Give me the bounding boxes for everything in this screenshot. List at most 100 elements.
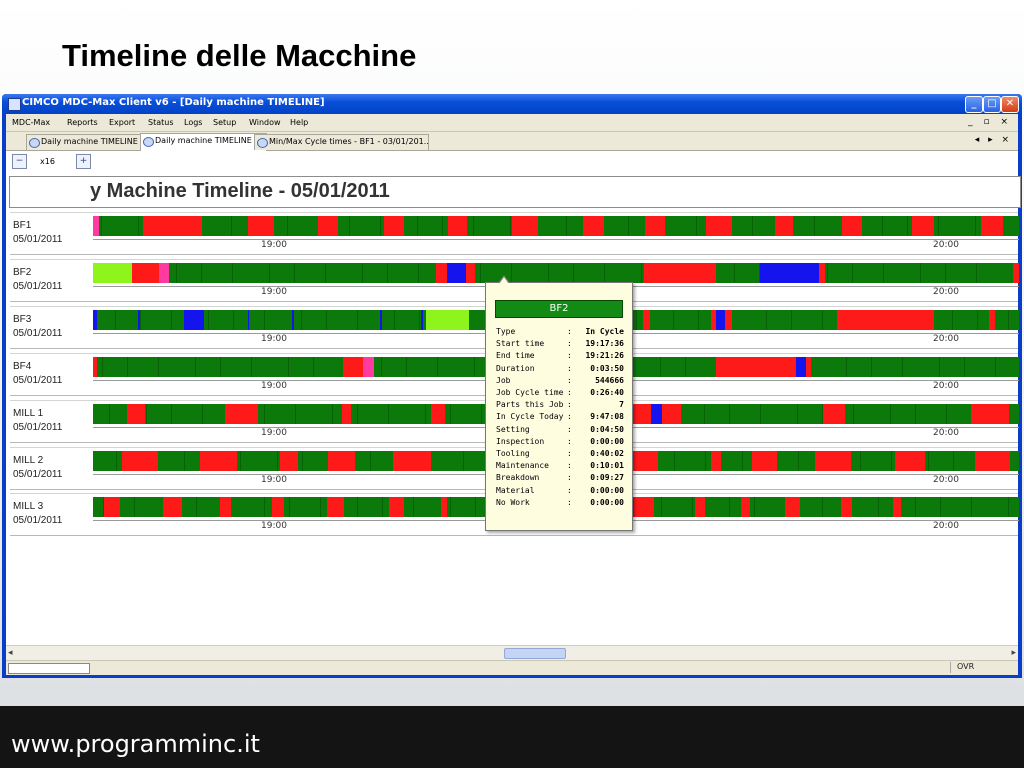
scroll-thumb[interactable] — [504, 648, 566, 659]
timeline-segment-stop[interactable] — [643, 310, 650, 330]
timeline-segment-stop[interactable] — [342, 404, 352, 424]
timeline-segment-stop[interactable] — [127, 404, 145, 424]
timeline-segment-pink[interactable] — [93, 216, 99, 236]
scroll-right-icon[interactable]: ▸ — [1011, 647, 1016, 658]
timeline-segment-stop[interactable] — [466, 263, 475, 283]
timeline-segment-pink[interactable] — [363, 357, 374, 377]
timeline-segment-stop[interactable] — [219, 497, 231, 517]
timeline-bar[interactable] — [93, 216, 1019, 236]
timeline-segment-stop[interactable] — [318, 216, 339, 236]
menu-setup[interactable]: Setup — [213, 118, 236, 127]
timeline-segment-stop[interactable] — [975, 451, 1010, 471]
timeline-segment-blue[interactable] — [651, 404, 662, 424]
timeline-segment-idle-light[interactable] — [426, 310, 469, 330]
timeline-segment-stop[interactable] — [441, 497, 447, 517]
timeline-segment-stop[interactable] — [842, 216, 863, 236]
timeline-segment-stop[interactable] — [225, 404, 258, 424]
timeline-segment-stop[interactable] — [511, 216, 539, 236]
menu-mdc-max[interactable]: MDC-Max — [12, 118, 50, 127]
timeline-segment-blue[interactable] — [247, 310, 250, 330]
window-titlebar[interactable]: CIMCO MDC-Max Client v6 - [Daily machine… — [2, 94, 1022, 114]
timeline-segment-stop[interactable] — [632, 404, 652, 424]
timeline-segment-idle-light[interactable] — [93, 263, 132, 283]
timeline-segment-pink[interactable] — [158, 263, 169, 283]
timeline-segment-stop[interactable] — [328, 451, 356, 471]
menu-status[interactable]: Status — [148, 118, 174, 127]
scroll-left-icon[interactable]: ◂ — [8, 647, 13, 658]
timeline-segment-blue[interactable] — [716, 310, 725, 330]
machine-row[interactable]: BF1 05/01/2011 19:00 20:00 — [10, 212, 1019, 255]
zoom-in-button[interactable]: + — [76, 154, 91, 169]
timeline-segment-stop[interactable] — [1012, 263, 1019, 283]
timeline-segment-stop[interactable] — [818, 263, 825, 283]
timeline-segment-stop[interactable] — [383, 216, 405, 236]
timeline-segment-stop[interactable] — [784, 497, 801, 517]
tab-daily-timeline-2[interactable]: Daily machine TIMELINE — [140, 133, 267, 151]
timeline-segment-stop[interactable] — [271, 497, 284, 517]
timeline-segment-stop[interactable] — [343, 357, 364, 377]
timeline-segment-stop[interactable] — [911, 216, 934, 236]
timeline-segment-stop[interactable] — [741, 497, 751, 517]
timeline-bar[interactable] — [93, 263, 1019, 283]
timeline-segment-stop[interactable] — [644, 216, 666, 236]
timeline-segment-stop[interactable] — [280, 451, 298, 471]
zoom-out-button[interactable]: − — [12, 154, 27, 169]
timeline-segment-stop[interactable] — [643, 263, 717, 283]
timeline-segment-stop[interactable] — [706, 216, 732, 236]
tab-min-max-cycle-times[interactable]: Min/Max Cycle times - BF1 - 03/01/201... — [254, 134, 429, 150]
tab-daily-timeline-1[interactable]: Daily machine TIMELINE — [26, 134, 155, 150]
timeline-segment-stop[interactable] — [633, 497, 655, 517]
timeline-segment-stop[interactable] — [752, 451, 778, 471]
timeline-segment-blue[interactable] — [292, 310, 294, 330]
timeline-segment-stop[interactable] — [435, 263, 447, 283]
timeline-segment-stop[interactable] — [121, 451, 158, 471]
minimize-button[interactable]: _ — [965, 96, 983, 113]
timeline-segment-stop[interactable] — [774, 216, 794, 236]
horizontal-scrollbar[interactable]: ◂ ▸ — [6, 645, 1018, 660]
timeline-segment-stop[interactable] — [131, 263, 159, 283]
maximize-button[interactable]: □ — [983, 96, 1001, 113]
menu-help[interactable]: Help — [290, 118, 308, 127]
timeline-segment-blue[interactable] — [795, 357, 806, 377]
timeline-segment-stop[interactable] — [582, 216, 605, 236]
close-button[interactable]: ✕ — [1001, 96, 1019, 113]
timeline-segment-stop[interactable] — [393, 451, 431, 471]
timeline-segment-stop[interactable] — [93, 357, 97, 377]
timeline-segment-stop[interactable] — [694, 497, 706, 517]
timeline-segment-blue[interactable] — [183, 310, 205, 330]
timeline-segment-stop[interactable] — [815, 451, 852, 471]
timeline-segment-stop[interactable] — [970, 404, 1009, 424]
timeline-segment-stop[interactable] — [806, 357, 811, 377]
timeline-segment-stop[interactable] — [836, 310, 934, 330]
timeline-segment-stop[interactable] — [716, 357, 794, 377]
timeline-segment-stop[interactable] — [893, 497, 902, 517]
timeline-segment-stop[interactable] — [661, 404, 681, 424]
timeline-segment-stop[interactable] — [327, 497, 344, 517]
timeline-segment-stop[interactable] — [200, 451, 237, 471]
tab-navigation[interactable]: ◂ ▸ × — [975, 135, 1012, 145]
menu-logs[interactable]: Logs — [184, 118, 202, 127]
timeline-segment-stop[interactable] — [822, 404, 845, 424]
timeline-segment-blue[interactable] — [93, 310, 97, 330]
menu-window[interactable]: Window — [249, 118, 281, 127]
timeline-segment-stop[interactable] — [981, 216, 1004, 236]
timeline-segment-blue[interactable] — [446, 263, 467, 283]
timeline-segment-stop[interactable] — [894, 451, 925, 471]
menu-export[interactable]: Export — [109, 118, 135, 127]
timeline-segment-blue[interactable] — [138, 310, 141, 330]
timeline-segment-stop[interactable] — [447, 216, 468, 236]
timeline-segment-stop[interactable] — [724, 310, 732, 330]
timeline-segment-stop[interactable] — [143, 216, 203, 236]
timeline-segment-blue[interactable] — [759, 263, 819, 283]
timeline-segment-stop[interactable] — [247, 216, 274, 236]
timeline-segment-stop[interactable] — [430, 404, 445, 424]
mdi-controls[interactable]: _ ▫ × — [968, 117, 1012, 127]
timeline-segment-stop[interactable] — [104, 497, 120, 517]
timeline-segment-blue[interactable] — [380, 310, 382, 330]
menu-reports[interactable]: Reports — [67, 118, 98, 127]
timeline-segment-stop[interactable] — [710, 451, 721, 471]
timeline-segment-stop[interactable] — [163, 497, 182, 517]
timeline-segment-stop[interactable] — [841, 497, 853, 517]
timeline-segment-stop[interactable] — [989, 310, 995, 330]
timeline-segment-blue[interactable] — [420, 310, 423, 330]
